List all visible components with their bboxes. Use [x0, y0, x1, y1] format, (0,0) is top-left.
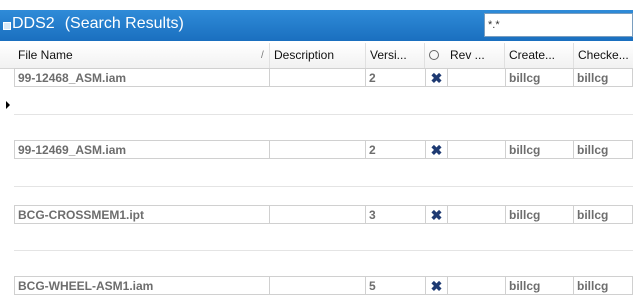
column-header-created-by-label: Create...	[509, 48, 556, 62]
sort-indicator-icon: /	[261, 50, 264, 61]
row-divider	[14, 250, 633, 251]
window-title-name: DDS2	[12, 15, 55, 32]
rev-cell[interactable]	[448, 140, 506, 159]
description-cell[interactable]	[270, 205, 366, 224]
checked-out-x-icon[interactable]: ✖	[426, 205, 448, 224]
column-header-description[interactable]: Description	[270, 43, 366, 68]
file-name-cell[interactable]: 99-12468_ASM.iam	[14, 68, 270, 87]
rev-cell[interactable]	[448, 205, 506, 224]
checked-out-x-icon[interactable]: ✖	[426, 276, 448, 295]
column-header-checked-by-label: Checke...	[578, 48, 629, 62]
rev-cell[interactable]	[448, 68, 506, 87]
column-header-row: File Name / Description Versi... Rev ...…	[0, 43, 633, 69]
version-cell[interactable]: 2	[366, 68, 426, 87]
created-by-cell[interactable]: billcg	[506, 68, 574, 87]
description-cell[interactable]	[270, 140, 366, 159]
rev-cell[interactable]	[448, 276, 506, 295]
checked-by-cell[interactable]: billcg	[574, 205, 633, 224]
file-name-cell[interactable]: BCG-WHEEL-ASM1.iam	[14, 276, 270, 295]
file-name-cell[interactable]: BCG-CROSSMEM1.ipt	[14, 205, 270, 224]
row-divider	[14, 114, 633, 115]
description-cell[interactable]	[270, 276, 366, 295]
checked-by-cell[interactable]: billcg	[574, 276, 633, 295]
column-header-version[interactable]: Versi...	[366, 43, 425, 68]
row-divider	[14, 186, 633, 187]
checked-by-cell[interactable]: billcg	[574, 68, 633, 87]
created-by-cell[interactable]: billcg	[506, 276, 574, 295]
window-titlebar: DDS2 (Search Results)	[0, 10, 633, 41]
version-cell[interactable]: 3	[366, 205, 426, 224]
version-cell[interactable]: 5	[366, 276, 426, 295]
version-cell[interactable]: 2	[366, 140, 426, 159]
column-header-description-label: Description	[274, 48, 335, 62]
checked-out-x-icon[interactable]: ✖	[426, 140, 448, 159]
checked-by-cell[interactable]: billcg	[574, 140, 633, 159]
table-row[interactable]: BCG-CROSSMEM1.ipt 3 ✖ billcg billcg	[14, 205, 633, 224]
column-header-version-label: Versi...	[370, 48, 407, 62]
column-header-file-name[interactable]: File Name /	[14, 43, 270, 68]
current-row-arrow-icon	[6, 101, 10, 109]
search-input[interactable]	[484, 13, 633, 37]
created-by-cell[interactable]: billcg	[506, 205, 574, 224]
table-row[interactable]: 99-12469_ASM.iam 2 ✖ billcg billcg	[14, 140, 633, 159]
column-header-checked-by[interactable]: Checke...	[574, 43, 633, 68]
window-title: DDS2 (Search Results)	[12, 15, 184, 33]
table-row[interactable]: 99-12468_ASM.iam 2 ✖ billcg billcg	[14, 68, 633, 87]
column-header-rev[interactable]: Rev ...	[425, 43, 505, 68]
description-cell[interactable]	[270, 68, 366, 87]
created-by-cell[interactable]: billcg	[506, 140, 574, 159]
checked-out-radio-icon[interactable]	[429, 50, 439, 60]
window-title-subtitle: (Search Results)	[64, 15, 184, 32]
column-header-file-name-label: File Name	[18, 48, 73, 62]
table-row[interactable]: BCG-WHEEL-ASM1.iam 5 ✖ billcg billcg	[14, 276, 633, 295]
checked-out-x-icon[interactable]: ✖	[426, 68, 448, 87]
file-name-cell[interactable]: 99-12469_ASM.iam	[14, 140, 270, 159]
column-header-rev-label: Rev ...	[450, 48, 485, 62]
window-icon	[3, 22, 11, 30]
column-header-created-by[interactable]: Create...	[505, 43, 574, 68]
